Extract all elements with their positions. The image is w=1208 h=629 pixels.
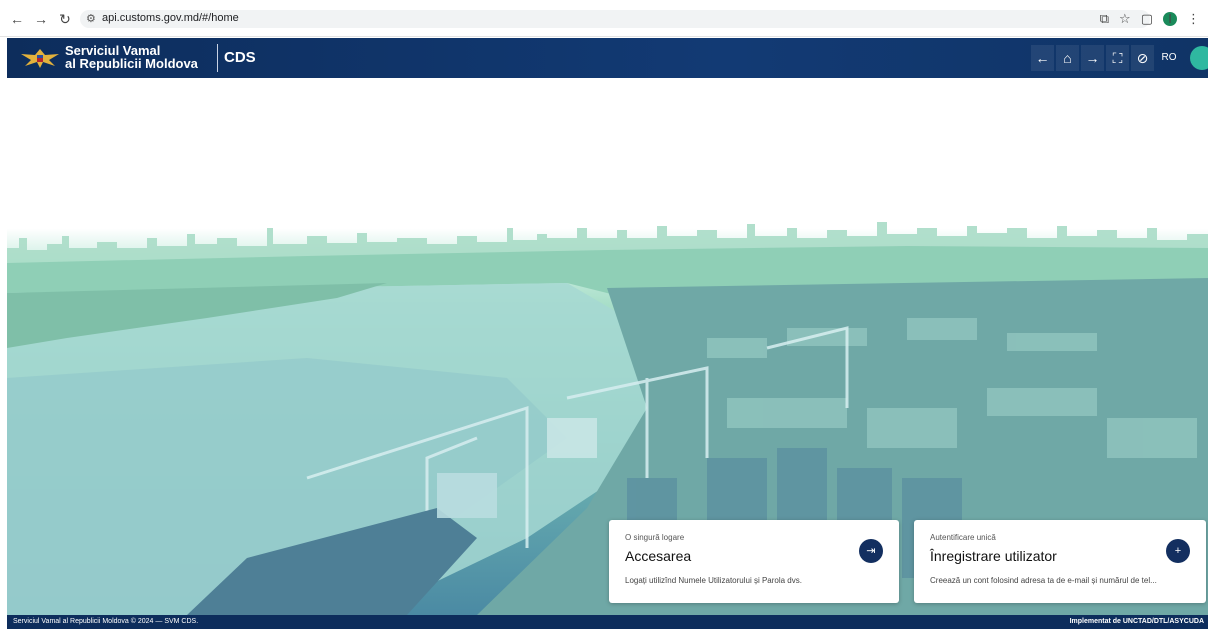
app-code: CDS xyxy=(224,49,256,66)
arrow-back-icon[interactable]: ← xyxy=(8,10,26,28)
coat-of-arms-logo[interactable] xyxy=(19,46,61,70)
profile-avatar[interactable]: I xyxy=(1163,12,1177,26)
arrow-forward-icon[interactable]: → xyxy=(32,10,50,28)
nav-forward-icon[interactable]: → xyxy=(1081,45,1104,71)
register-card[interactable]: Autentificare unică Înregistrare utiliza… xyxy=(914,520,1206,603)
brand-line-2: al Republicii Moldova xyxy=(65,56,198,71)
header-actions: ← ⌂ → ⛶ ⊘ RO xyxy=(1031,38,1208,78)
login-icon[interactable]: ⇥ xyxy=(859,539,883,563)
login-card-eyebrow: O singură logare xyxy=(625,533,685,542)
footer-copyright: Serviciul Vamal al Republicii Moldova © … xyxy=(13,618,199,625)
browser-toolbar: ← → ↻ ⚙ api.customs.gov.md/#/home ⧉ ☆ ▢ … xyxy=(0,0,1208,37)
site-settings-icon[interactable]: ⚙ xyxy=(86,12,96,25)
login-card[interactable]: O singură logare Accesarea ⇥ Logați util… xyxy=(609,520,899,603)
brand-name[interactable]: Serviciul Vamal al Republicii Moldova xyxy=(65,44,198,70)
login-card-description: Logați utilizînd Numele Utilizatorului ș… xyxy=(625,576,802,585)
notifications-off-icon[interactable]: ⊘ xyxy=(1131,45,1154,71)
reload-icon[interactable]: ↻ xyxy=(56,10,74,28)
browser-actions: ⧉ ☆ ▢ I ⋮ xyxy=(1100,9,1200,29)
nav-back-icon[interactable]: ← xyxy=(1031,45,1054,71)
home-icon[interactable]: ⌂ xyxy=(1056,45,1079,71)
login-card-title[interactable]: Accesarea xyxy=(625,548,691,564)
register-card-eyebrow: Autentificare unică xyxy=(930,533,996,542)
language-selector[interactable]: RO xyxy=(1156,45,1182,71)
register-card-description: Creează un cont folosind adresa ta de e-… xyxy=(930,576,1157,585)
bookmark-star-icon[interactable]: ☆ xyxy=(1119,11,1131,27)
brand-divider xyxy=(217,44,218,72)
address-text[interactable]: api.customs.gov.md/#/home xyxy=(102,12,239,24)
register-card-title[interactable]: Înregistrare utilizator xyxy=(930,548,1057,564)
install-app-icon[interactable]: ⧉ xyxy=(1100,11,1109,27)
fullscreen-icon[interactable]: ⛶ xyxy=(1106,45,1129,71)
app-header: Serviciul Vamal al Republicii Moldova CD… xyxy=(7,38,1208,78)
side-panel-icon[interactable]: ▢ xyxy=(1141,11,1153,27)
menu-more-icon[interactable]: ⋮ xyxy=(1187,11,1200,27)
page-footer: Serviciul Vamal al Republicii Moldova © … xyxy=(7,615,1208,629)
user-avatar[interactable] xyxy=(1190,46,1208,70)
footer-implementer: Implementat de UNCTAD/DTL/ASYCUDA xyxy=(1069,618,1204,625)
add-user-icon[interactable]: + xyxy=(1166,539,1190,563)
address-bar[interactable]: ⚙ api.customs.gov.md/#/home xyxy=(80,10,1150,28)
hero-port-image: O singură logare Accesarea ⇥ Logați util… xyxy=(7,78,1208,615)
